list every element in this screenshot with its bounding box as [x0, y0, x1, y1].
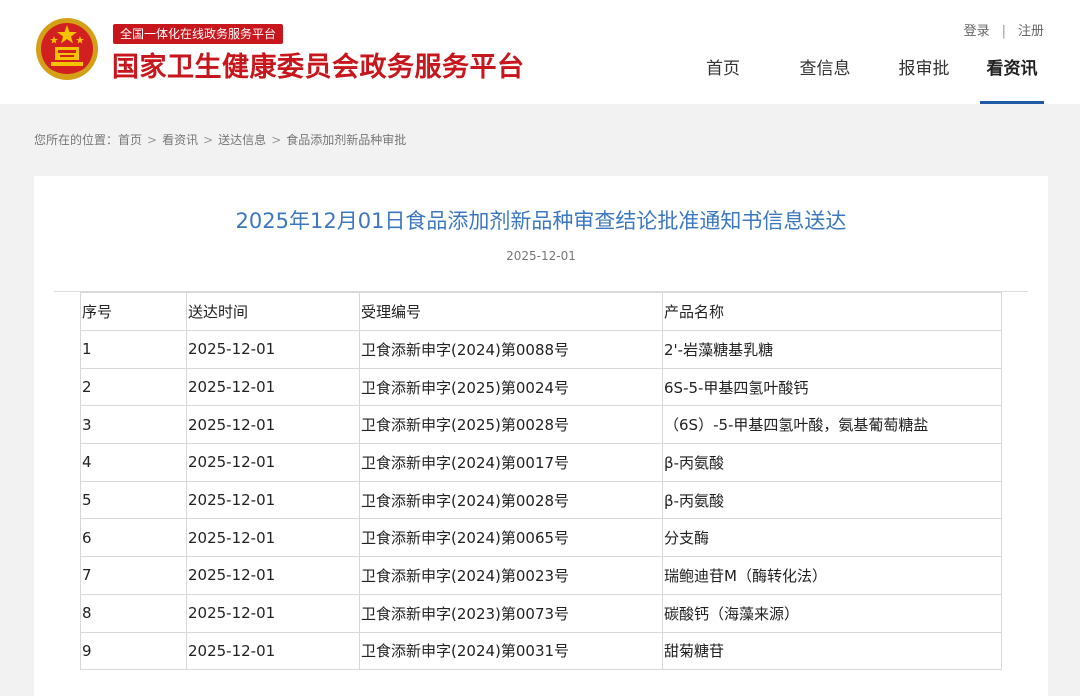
cell-index: 8: [80, 593, 187, 633]
cell-number: 卫食添新申字(2024)第0028号: [359, 480, 663, 520]
table-row: 6 2025-12-01 卫食添新申字(2024)第0065号 分支酶: [80, 518, 1002, 558]
login-link[interactable]: 登录: [964, 24, 990, 39]
site-title[interactable]: 国家卫生健康委员会政务服务平台: [112, 50, 525, 86]
cell-product: β-丙氨酸: [662, 443, 1002, 482]
cell-index: 5: [80, 480, 187, 520]
cell-number: 卫食添新申字(2024)第0065号: [359, 518, 663, 558]
table-row: 9 2025-12-01 卫食添新申字(2024)第0031号 甜菊糖苷: [80, 631, 1002, 671]
cell-number: 卫食添新申字(2025)第0024号: [359, 367, 663, 407]
cell-index: 1: [80, 330, 187, 369]
header-cell-product: 产品名称: [662, 292, 1002, 331]
cell-product: 碳酸钙（海藻来源）: [662, 593, 1002, 633]
nav-submit-approval[interactable]: 报审批: [879, 56, 969, 104]
breadcrumb-arrow: >: [271, 133, 282, 147]
cell-number: 卫食添新申字(2024)第0017号: [359, 443, 663, 482]
site-header: 全国一体化在线政务服务平台 国家卫生健康委员会政务服务平台 登录 | 注册 首页 查…: [0, 0, 1080, 104]
breadcrumb-home[interactable]: 首页: [118, 133, 142, 147]
nav-news[interactable]: 看资讯: [980, 56, 1044, 104]
table-header-row: 序号 送达时间 受理编号 产品名称: [80, 292, 1002, 331]
platform-tag[interactable]: 全国一体化在线政务服务平台: [113, 24, 284, 44]
cell-index: 7: [80, 556, 187, 595]
breadcrumb-arrow: >: [147, 133, 158, 147]
cell-product: （6S）-5-甲基四氢叶酸，氨基葡萄糖盐: [662, 405, 1002, 445]
nav-home[interactable]: 首页: [683, 56, 763, 104]
cell-date: 2025-12-01: [186, 631, 360, 671]
cell-product: 甜菊糖苷: [662, 631, 1002, 671]
table-row: 2 2025-12-01 卫食添新申字(2025)第0024号 6S-5-甲基四…: [80, 367, 1002, 407]
nav-query-info[interactable]: 查信息: [780, 56, 870, 104]
cell-date: 2025-12-01: [186, 518, 360, 558]
cell-number: 卫食添新申字(2023)第0073号: [359, 593, 663, 633]
cell-index: 4: [80, 443, 187, 482]
auth-links: 登录 | 注册: [964, 20, 1044, 39]
cell-index: 3: [80, 405, 187, 445]
cell-product: 瑞鲍迪苷M（酶转化法）: [662, 556, 1002, 595]
cell-date: 2025-12-01: [186, 556, 360, 595]
notice-table: 序号 送达时间 受理编号 产品名称 1 2025-12-01 卫食添新申字(20…: [80, 292, 1002, 671]
table-row: 4 2025-12-01 卫食添新申字(2024)第0017号 β-丙氨酸: [80, 443, 1002, 482]
cell-date: 2025-12-01: [186, 405, 360, 445]
cell-date: 2025-12-01: [186, 480, 360, 520]
cell-product: 分支酶: [662, 518, 1002, 558]
article-title: 2025年12月01日食品添加剂新品种审查结论批准通知书信息送达: [235, 209, 847, 233]
table-row: 3 2025-12-01 卫食添新申字(2025)第0028号 （6S）-5-甲…: [80, 405, 1002, 445]
breadcrumb-arrow: >: [203, 133, 214, 147]
main-nav: 首页 查信息 报审批 看资讯: [690, 56, 1044, 104]
content-card: 2025年12月01日食品添加剂新品种审查结论批准通知书信息送达 2025-12…: [34, 176, 1048, 696]
cell-date: 2025-12-01: [186, 593, 360, 633]
cell-index: 9: [80, 631, 187, 671]
header-cell-date: 送达时间: [186, 292, 360, 331]
breadcrumb-delivery-info[interactable]: 送达信息: [218, 133, 266, 147]
table-row: 7 2025-12-01 卫食添新申字(2024)第0023号 瑞鲍迪苷M（酶转…: [80, 556, 1002, 595]
register-link[interactable]: 注册: [1018, 24, 1044, 39]
national-emblem-icon[interactable]: [34, 16, 100, 84]
table-row: 8 2025-12-01 卫食添新申字(2023)第0073号 碳酸钙（海藻来源…: [80, 593, 1002, 633]
cell-date: 2025-12-01: [186, 367, 360, 407]
header-cell-index: 序号: [80, 292, 187, 331]
cell-date: 2025-12-01: [186, 330, 360, 369]
cell-index: 2: [80, 367, 187, 407]
cell-number: 卫食添新申字(2025)第0028号: [359, 405, 663, 445]
breadcrumb: 您所在的位置：首页 > 看资讯 > 送达信息 > 食品添加剂新品种审批: [34, 131, 406, 148]
table-row: 1 2025-12-01 卫食添新申字(2024)第0088号 2'-岩藻糖基乳…: [80, 330, 1002, 369]
breadcrumb-current[interactable]: 食品添加剂新品种审批: [286, 133, 406, 147]
header-cell-number: 受理编号: [359, 292, 663, 331]
breadcrumb-prefix: 您所在的位置：: [34, 133, 119, 147]
cell-number: 卫食添新申字(2024)第0023号: [359, 556, 663, 595]
article-date: 2025-12-01: [506, 249, 576, 263]
cell-index: 6: [80, 518, 187, 558]
cell-product: 6S-5-甲基四氢叶酸钙: [662, 367, 1002, 407]
cell-date: 2025-12-01: [186, 443, 360, 482]
cell-number: 卫食添新申字(2024)第0088号: [359, 330, 663, 369]
cell-product: β-丙氨酸: [662, 480, 1002, 520]
auth-separator: |: [1001, 24, 1006, 39]
cell-number: 卫食添新申字(2024)第0031号: [359, 631, 663, 671]
breadcrumb-news[interactable]: 看资讯: [162, 133, 198, 147]
cell-product: 2'-岩藻糖基乳糖: [662, 330, 1002, 369]
table-row: 5 2025-12-01 卫食添新申字(2024)第0028号 β-丙氨酸: [80, 480, 1002, 520]
